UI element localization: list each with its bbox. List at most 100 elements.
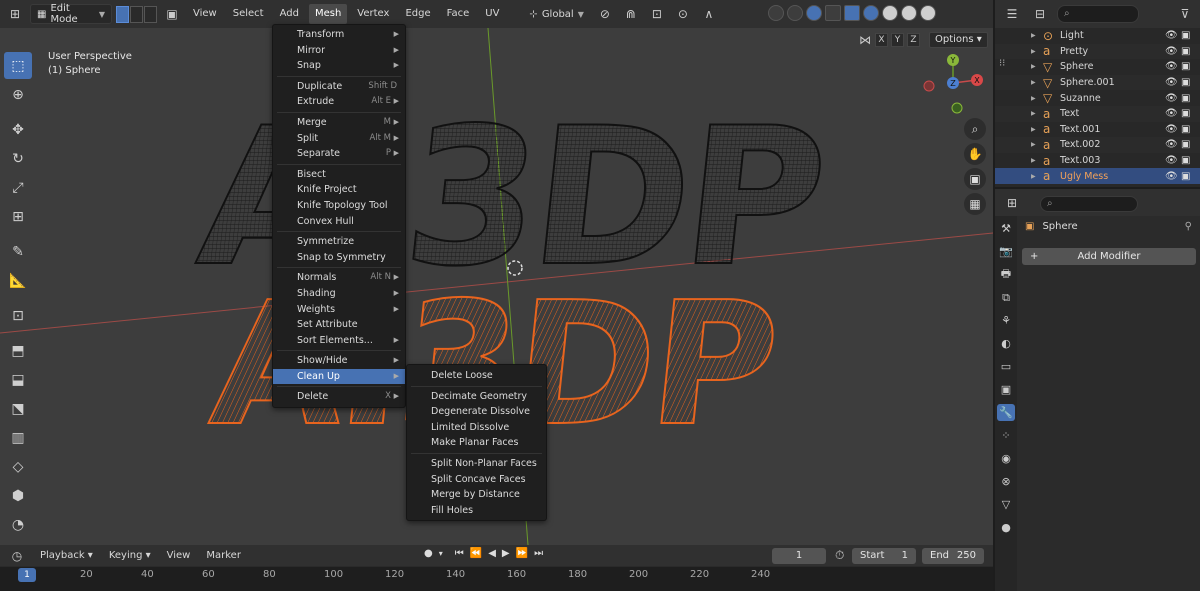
particles-tab-icon[interactable]: ⁘ bbox=[997, 427, 1015, 444]
mesh-menu-item-snap-to-symmetry[interactable]: Snap to Symmetry bbox=[273, 250, 405, 266]
pin-icon[interactable]: ⚲ bbox=[1185, 221, 1192, 232]
vertex-select-button[interactable] bbox=[116, 5, 129, 23]
outliner-row-text[interactable]: ▶ a Text 👁 ▣ bbox=[995, 105, 1200, 122]
cleanup-item-fill-holes[interactable]: Fill Holes bbox=[407, 503, 546, 519]
scene-tab-icon[interactable]: ⚘ bbox=[997, 312, 1015, 329]
snap-target-icon[interactable]: ⊡ bbox=[646, 4, 668, 24]
render-visibility-icon[interactable]: ▣ bbox=[1181, 124, 1190, 135]
properties-search-input[interactable]: ⌕ bbox=[1040, 196, 1138, 212]
extrude-icon[interactable]: ⬒ bbox=[4, 337, 32, 364]
material-tab-icon[interactable]: ● bbox=[997, 519, 1015, 536]
play-icon[interactable]: ▶ bbox=[502, 548, 510, 559]
modifier-tab-icon[interactable]: 🔧 bbox=[997, 404, 1015, 421]
cleanup-item-decimate-geometry[interactable]: Decimate Geometry bbox=[407, 389, 546, 405]
proportional-edit-icon[interactable]: ⊙ bbox=[672, 4, 694, 24]
spin-icon[interactable]: ◔ bbox=[4, 511, 32, 538]
render-visibility-icon[interactable]: ▣ bbox=[1181, 108, 1190, 119]
render-visibility-icon[interactable]: ▣ bbox=[1181, 77, 1190, 88]
mesh-menu-item-duplicate[interactable]: Duplicate Shift D bbox=[273, 79, 405, 95]
stopwatch-icon[interactable]: ⏱ bbox=[835, 548, 844, 563]
jump-end-icon[interactable]: ⏭ bbox=[534, 548, 543, 559]
expand-arrow-icon[interactable]: ▶ bbox=[1031, 141, 1036, 148]
rendered-shading-icon[interactable] bbox=[920, 5, 936, 21]
expand-arrow-icon[interactable]: ▶ bbox=[1031, 79, 1036, 86]
mesh-menu-item-weights[interactable]: Weights ▶ bbox=[273, 302, 405, 318]
eye-icon[interactable]: 👁 bbox=[1165, 77, 1178, 88]
menu-keying[interactable]: Keying ▾ bbox=[105, 550, 155, 561]
outliner-row-sphere[interactable]: ▶ ▽ Sphere 👁 ▣ bbox=[995, 59, 1200, 75]
render-tab-icon[interactable]: 📷 bbox=[997, 243, 1015, 260]
mesh-menu-item-clean-up[interactable]: Clean Up ▶ bbox=[273, 368, 405, 385]
output-tab-icon[interactable]: 🖶 bbox=[997, 266, 1015, 283]
cleanup-item-make-planar-faces[interactable]: Make Planar Faces bbox=[407, 435, 546, 451]
move-icon[interactable]: ✥ bbox=[4, 116, 32, 143]
timeline-ruler[interactable]: 1 20 40 60 80 100 120 140 160 180 200 220 240 bbox=[0, 566, 993, 591]
view-layer-tab-icon[interactable]: ⧉ bbox=[997, 289, 1015, 306]
transform-icon[interactable]: ⊞ bbox=[4, 203, 32, 230]
cleanup-item-split-concave-faces[interactable]: Split Concave Faces bbox=[407, 472, 546, 488]
menu-add[interactable]: Add bbox=[274, 4, 305, 24]
outliner-search-input[interactable]: ⌕ bbox=[1057, 5, 1139, 23]
timeline-editor-icon[interactable]: ◷ bbox=[6, 546, 28, 566]
mesh-menu-item-knife-project[interactable]: Knife Project bbox=[273, 182, 405, 198]
transform-orientation-dropdown[interactable]: ⊹ Global ▼ bbox=[523, 9, 589, 20]
visibility-icon[interactable] bbox=[768, 5, 784, 21]
expand-arrow-icon[interactable]: ▶ bbox=[1031, 95, 1036, 102]
material-shading-icon[interactable] bbox=[901, 5, 917, 21]
render-visibility-icon[interactable]: ▣ bbox=[1181, 171, 1190, 182]
render-visibility-icon[interactable]: ▣ bbox=[1181, 30, 1190, 41]
expand-arrow-icon[interactable]: ▶ bbox=[1031, 63, 1036, 70]
outliner-editor-icon[interactable]: ☰ bbox=[1001, 4, 1023, 24]
select-box-icon[interactable]: ⬚ bbox=[4, 52, 32, 79]
cleanup-item-merge-by-distance[interactable]: Merge by Distance bbox=[407, 487, 546, 503]
mesh-menu-item-symmetrize[interactable]: Symmetrize bbox=[273, 234, 405, 250]
loop-cut-icon[interactable]: ▥ bbox=[4, 424, 32, 451]
eye-icon[interactable]: 👁 bbox=[1165, 61, 1178, 72]
properties-editor-icon[interactable]: ⊞ bbox=[1001, 193, 1023, 213]
options-button[interactable]: Options ▾ bbox=[929, 32, 988, 48]
mesh-menu-item-extrude[interactable]: Extrude Alt E ▶ bbox=[273, 94, 405, 110]
expand-arrow-icon[interactable]: ▶ bbox=[1031, 173, 1036, 180]
mesh-menu-item-split[interactable]: Split Alt M ▶ bbox=[273, 131, 405, 147]
axis-y-button[interactable]: Y bbox=[891, 33, 904, 47]
world-tab-icon[interactable]: ◐ bbox=[997, 335, 1015, 352]
outliner-row-pretty[interactable]: ▶ a Pretty 👁 ▣ bbox=[995, 43, 1200, 60]
menu-edge[interactable]: Edge bbox=[399, 4, 436, 24]
mesh-menu-item-sort-elements[interactable]: Sort Elements... ▶ bbox=[273, 333, 405, 349]
data-tab-icon[interactable]: ▽ bbox=[997, 496, 1015, 513]
xray-toggle-icon[interactable] bbox=[844, 5, 860, 21]
menu-view[interactable]: View bbox=[187, 4, 223, 24]
expand-arrow-icon[interactable]: ▶ bbox=[1031, 48, 1036, 55]
expand-arrow-icon[interactable]: ▶ bbox=[1031, 110, 1036, 117]
next-key-icon[interactable]: ⏩ bbox=[516, 548, 528, 559]
editor-type-icon[interactable]: ⊞ bbox=[4, 4, 26, 24]
chevron-down-icon[interactable]: ▾ bbox=[439, 549, 443, 558]
start-frame-field[interactable]: Start 1 bbox=[852, 548, 916, 564]
mesh-menu-item-mirror[interactable]: Mirror ▶ bbox=[273, 43, 405, 59]
mesh-menu-item-knife-topology-tool[interactable]: Knife Topology Tool bbox=[273, 198, 405, 214]
outliner-row-text-001[interactable]: ▶ a Text.001 👁 ▣ bbox=[995, 122, 1200, 138]
zoom-icon[interactable]: ⌕ bbox=[964, 118, 986, 140]
mesh-menu-item-delete[interactable]: Delete X ▶ bbox=[273, 389, 405, 405]
mesh-menu-item-separate[interactable]: Separate P ▶ bbox=[273, 146, 405, 162]
display-mode-icon[interactable]: ⊟ bbox=[1029, 4, 1051, 24]
knife-icon[interactable]: ◇ bbox=[4, 453, 32, 480]
eye-icon[interactable]: 👁 bbox=[1165, 124, 1178, 135]
pan-hand-icon[interactable]: ✋ bbox=[964, 143, 986, 165]
render-visibility-icon[interactable]: ▣ bbox=[1181, 61, 1190, 72]
tool-tab-icon[interactable]: ⚒ bbox=[997, 220, 1015, 237]
grid-view-icon[interactable]: ▦ bbox=[964, 193, 986, 215]
physics-tab-icon[interactable]: ◉ bbox=[997, 450, 1015, 467]
mesh-menu-item-normals[interactable]: Normals Alt N ▶ bbox=[273, 270, 405, 286]
mesh-menu-item-snap[interactable]: Snap ▶ bbox=[273, 58, 405, 74]
mesh-menu-item-shading[interactable]: Shading ▶ bbox=[273, 286, 405, 302]
mesh-menu-item-bisect[interactable]: Bisect bbox=[273, 167, 405, 183]
collection-tab-icon[interactable]: ▭ bbox=[997, 358, 1015, 375]
menu-playback[interactable]: Playback ▾ bbox=[36, 550, 97, 561]
mesh-menu-item-transform[interactable]: Transform ▶ bbox=[273, 27, 405, 43]
jump-start-icon[interactable]: ⏮ bbox=[455, 548, 464, 559]
menu-select[interactable]: Select bbox=[227, 4, 270, 24]
menu-uv[interactable]: UV bbox=[479, 4, 505, 24]
outliner-row-light[interactable]: ▶ ⊙ Light 👁 ▣ bbox=[995, 28, 1200, 44]
overlay-toggle-icon[interactable] bbox=[806, 5, 822, 21]
